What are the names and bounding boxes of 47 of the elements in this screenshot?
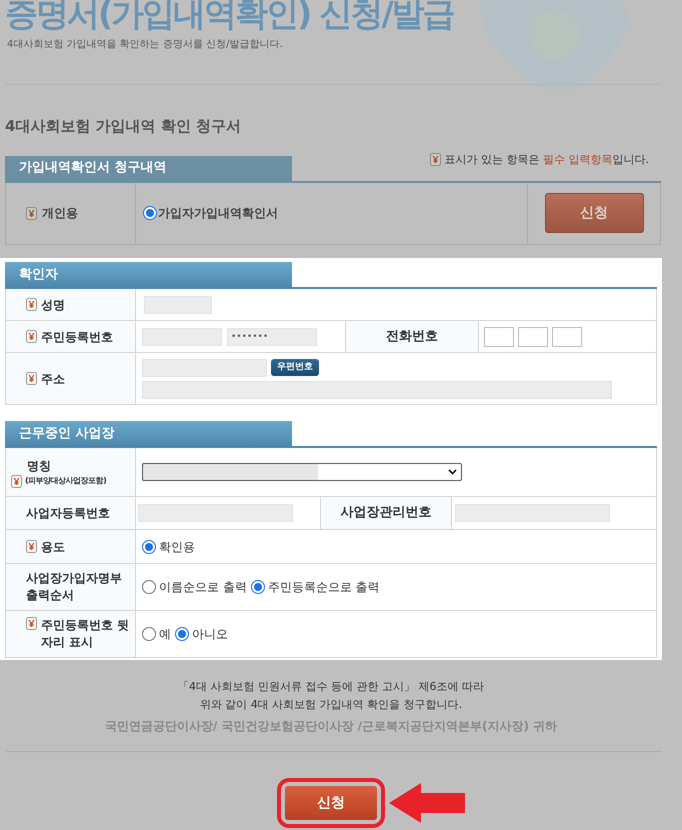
page-subtitle: 4대사회보험 가입내역을 확인하는 증명서를 신청/발급합니다. xyxy=(6,38,284,52)
page-title: 증명서(가입내역확인) 신청/발급 xyxy=(5,0,455,34)
field-label: 주소 xyxy=(41,370,65,388)
input-field[interactable] xyxy=(142,380,612,398)
radio-label: 아니오 xyxy=(192,626,228,643)
workplace-select[interactable] xyxy=(142,463,462,481)
radio-label: 이름순으로 출력 xyxy=(159,579,247,596)
phone-field[interactable] xyxy=(484,326,514,346)
field-label: 개인용 xyxy=(42,205,78,222)
field-sublabel: (피부양대상사업장포함) xyxy=(25,475,106,487)
radio-button[interactable] xyxy=(250,580,265,594)
radio-label: 가입자가입내역확인서 xyxy=(158,205,278,222)
input-field[interactable] xyxy=(144,296,212,314)
submit-button[interactable]: 신청 xyxy=(285,786,377,820)
radio-button[interactable] xyxy=(143,206,157,220)
arrow-icon xyxy=(389,783,465,823)
radio-label: 예 xyxy=(159,626,171,643)
field-label: 주민등록번호 뒷자리 표시 xyxy=(41,617,130,651)
input-field[interactable] xyxy=(455,504,610,522)
radio-button[interactable] xyxy=(142,627,156,641)
field-label: 사업장가입자명부 출력순서 xyxy=(26,570,123,604)
notice-text: 「4대 사회보험 민원서류 접수 등에 관한 고시」 제6조에 따라 xyxy=(178,679,484,695)
phone-field[interactable] xyxy=(518,326,548,346)
notice-text: 위와 같이 4대 사회보험 가입내역 확인을 청구합니다. xyxy=(200,697,462,713)
phone-field[interactable] xyxy=(552,326,582,346)
field-label: 사업장관리번호 xyxy=(340,504,432,522)
field-label: 주민등록번호 xyxy=(41,328,113,346)
input-field[interactable] xyxy=(138,504,293,522)
required-note: 표시가 있는 항목은 필수 입력항목입니다. xyxy=(444,152,649,168)
field-label: 사업자등록번호 xyxy=(26,505,110,522)
field-label: 명칭 xyxy=(26,458,51,474)
input-field[interactable] xyxy=(142,328,222,346)
chevron-down-icon xyxy=(448,469,457,475)
radio-button[interactable] xyxy=(142,540,156,554)
radio-label: 확인용 xyxy=(159,538,195,556)
field-label: 용도 xyxy=(41,538,65,556)
postcode-button[interactable]: 우편번호 xyxy=(271,359,319,376)
radio-button[interactable] xyxy=(142,580,156,594)
radio-label: 주민등록순으로 출력 xyxy=(268,579,380,596)
masked-field[interactable]: ••••••• xyxy=(227,328,317,346)
form-title: 4대사회보험 가입내역 확인 청구서 xyxy=(5,116,242,137)
required-icon xyxy=(430,153,440,166)
field-label: 전화번호 xyxy=(386,328,438,346)
apply-button[interactable]: 신청 xyxy=(544,193,644,233)
field-label: 성명 xyxy=(41,296,65,314)
input-field[interactable] xyxy=(142,358,267,376)
radio-button[interactable] xyxy=(175,627,189,641)
